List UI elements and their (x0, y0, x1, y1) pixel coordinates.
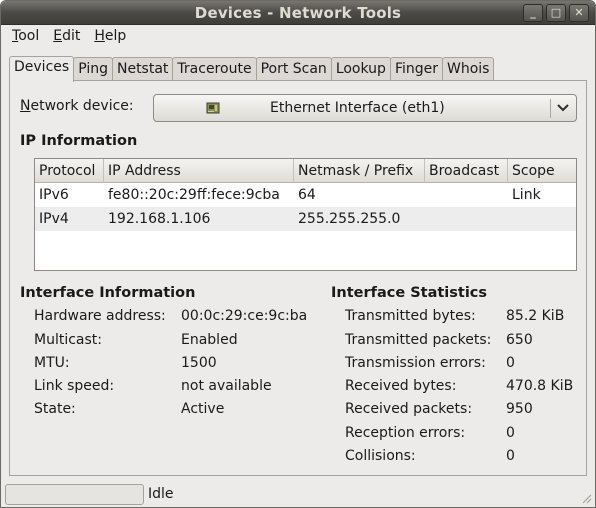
chevron-down-icon (557, 104, 569, 112)
resize-grip-icon[interactable] (580, 492, 592, 504)
app-window: Devices - Network Tools _ □ ✕ Tool Edit … (0, 0, 596, 508)
menu-edit[interactable]: Edit (46, 25, 87, 49)
link-speed-label: Link speed: (34, 378, 115, 394)
multicast-value: Enabled (181, 332, 238, 348)
cell-ip-address: fe80::20c:29ff:fece:9cba (108, 187, 280, 203)
tab-traceroute[interactable]: Traceroute (172, 57, 257, 81)
tx-errors-value: 0 (506, 355, 515, 371)
table-row[interactable]: IPv6 fe80::20c:29ff:fece:9cba 64 Link (35, 183, 576, 207)
menu-tool-label: ool (18, 28, 40, 44)
cell-protocol: IPv6 (39, 187, 69, 203)
tab-lookup[interactable]: Lookup (330, 57, 391, 81)
network-device-label-text: etwork device: (30, 98, 134, 114)
tab-port-scan[interactable]: Port Scan (255, 57, 332, 81)
ip-table[interactable]: Protocol IP Address Netmask / Prefix Bro… (34, 158, 577, 271)
tx-bytes-label: Transmitted bytes: (345, 308, 476, 324)
minimize-button[interactable]: _ (523, 4, 543, 22)
menu-tool[interactable]: Tool (5, 25, 46, 49)
column-ip-address[interactable]: IP Address (104, 159, 294, 183)
progress-bar (5, 484, 144, 505)
interface-info-title: Interface Information (20, 285, 196, 301)
menu-edit-label: dit (62, 28, 81, 44)
multicast-label: Multicast: (34, 332, 102, 348)
devices-panel: Network device: Ethernet Interface (eth1… (9, 80, 587, 476)
tx-packets-label: Transmitted packets: (345, 332, 492, 348)
combo-separator (550, 99, 551, 118)
rx-errors-value: 0 (506, 425, 515, 441)
cell-protocol: IPv4 (39, 211, 69, 227)
state-label: State: (34, 401, 76, 417)
rx-bytes-label: Received bytes: (345, 378, 457, 394)
title-bar[interactable]: Devices - Network Tools _ □ ✕ (1, 1, 595, 25)
table-row[interactable]: IPv4 192.168.1.106 255.255.255.0 (35, 207, 576, 231)
hardware-address-value: 00:0c:29:ce:9c:ba (181, 308, 308, 324)
window-title: Devices - Network Tools (194, 4, 402, 22)
network-device-value: Ethernet Interface (eth1) (270, 100, 445, 116)
network-card-icon (206, 102, 220, 114)
cell-scope: Link (512, 187, 541, 203)
menu-bar: Tool Edit Help (1, 25, 595, 49)
network-device-label: Network device: (20, 98, 134, 114)
tab-bar: Devices Ping Netstat Traceroute Port Sca… (9, 56, 495, 82)
network-device-select[interactable]: Ethernet Interface (eth1) (153, 94, 577, 122)
interface-stats-title: Interface Statistics (331, 285, 488, 301)
column-scope[interactable]: Scope (508, 159, 576, 183)
tx-packets-value: 650 (506, 332, 533, 348)
mtu-value: 1500 (181, 355, 217, 371)
column-broadcast[interactable]: Broadcast (425, 159, 508, 183)
cell-netmask: 64 (298, 187, 316, 203)
tab-whois[interactable]: Whois (442, 57, 495, 81)
tab-devices[interactable]: Devices (9, 56, 75, 82)
column-netmask[interactable]: Netmask / Prefix (294, 159, 425, 183)
tab-netstat[interactable]: Netstat (111, 57, 174, 81)
rx-packets-label: Received packets: (345, 401, 473, 417)
state-value: Active (181, 401, 225, 417)
link-speed-value: not available (181, 378, 272, 394)
ip-table-header: Protocol IP Address Netmask / Prefix Bro… (35, 159, 576, 183)
menu-edit-accel: E (53, 28, 63, 44)
mtu-label: MTU: (34, 355, 70, 371)
maximize-button[interactable]: □ (546, 4, 566, 22)
collisions-label: Collisions: (345, 448, 416, 464)
tx-errors-label: Transmission errors: (345, 355, 486, 371)
ip-info-title: IP Information (20, 133, 138, 149)
rx-bytes-value: 470.8 KiB (506, 378, 574, 394)
network-device-accel: N (20, 98, 31, 114)
menu-help-accel: H (94, 28, 105, 44)
menu-help[interactable]: Help (87, 25, 133, 49)
rx-packets-value: 950 (506, 401, 533, 417)
menu-help-label: elp (104, 28, 127, 44)
rx-errors-label: Reception errors: (345, 425, 466, 441)
hardware-address-label: Hardware address: (34, 308, 166, 324)
status-text: Idle (148, 486, 174, 502)
status-bar: Idle (1, 483, 595, 507)
close-button[interactable]: ✕ (569, 4, 589, 22)
tab-finger[interactable]: Finger (389, 57, 443, 81)
tx-bytes-value: 85.2 KiB (506, 308, 565, 324)
collisions-value: 0 (506, 448, 515, 464)
column-protocol[interactable]: Protocol (35, 159, 104, 183)
cell-ip-address: 192.168.1.106 (108, 211, 211, 227)
tab-ping[interactable]: Ping (73, 57, 113, 81)
cell-netmask: 255.255.255.0 (298, 211, 401, 227)
